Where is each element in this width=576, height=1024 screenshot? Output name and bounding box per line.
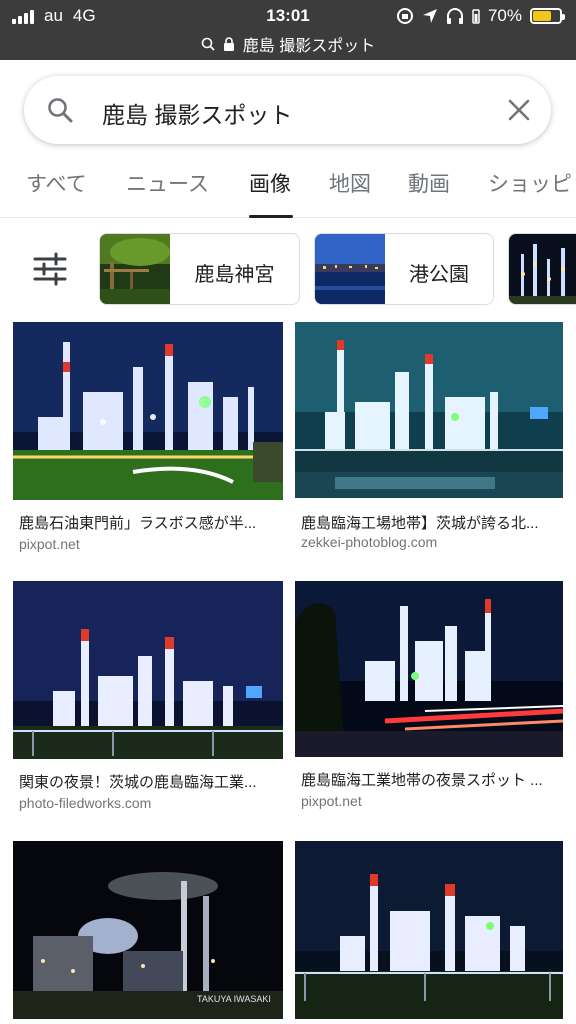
battery-status-icon [472, 9, 480, 24]
search-icon[interactable] [46, 96, 74, 124]
battery-percent: 70% [487, 6, 522, 25]
tab-maps[interactable]: 地図 [329, 168, 371, 198]
result-source[interactable]: pixpot.net [301, 793, 362, 809]
image-watermark: TAKUYA IWASAKI [197, 994, 271, 1004]
search-icon [201, 37, 215, 51]
chip-label: 鹿島神宮 [194, 264, 275, 286]
tab-all[interactable]: すべて [26, 168, 87, 198]
tab-shopping[interactable]: ショッピ [488, 168, 572, 198]
result-source[interactable]: photo-filedworks.com [19, 795, 151, 811]
location-icon [422, 9, 437, 23]
chip-label: 港公園 [409, 264, 469, 286]
lock-icon [223, 37, 234, 51]
result-title[interactable]: 鹿島石油東門前」ラスボス感が半... [19, 512, 281, 533]
night-plant-image [13, 322, 283, 500]
chip-industrial[interactable] [508, 233, 576, 305]
result-thumbnail[interactable] [295, 581, 563, 757]
night-plant-image [13, 581, 283, 759]
chip-thumbnail [100, 234, 170, 304]
search-tabs: すべて ニュース 画像 地図 動画 ショッピ [0, 160, 576, 218]
chip-thumbnail [509, 234, 576, 304]
result-title[interactable]: 鹿島臨海工業地帯の夜景スポット ... [301, 769, 563, 790]
active-tab-indicator [249, 215, 293, 218]
tab-images[interactable]: 画像 [249, 168, 291, 198]
url-text: 鹿島 撮影スポット [242, 38, 376, 55]
close-icon[interactable] [505, 96, 533, 124]
result-thumbnail[interactable] [13, 841, 283, 1019]
result-source[interactable]: pixpot.net [19, 536, 80, 552]
tab-videos[interactable]: 動画 [408, 168, 450, 198]
url-bar[interactable]: 鹿島 撮影スポット [0, 32, 576, 56]
filter-sliders-icon[interactable] [32, 252, 68, 286]
result-thumbnail[interactable] [295, 322, 563, 498]
result-title[interactable]: 関東の夜景！茨城の鹿島臨海工業... [19, 771, 281, 792]
status-bar: au 4G 13:01 70% 鹿島 撮影スポット [0, 0, 576, 60]
result-thumbnail[interactable] [13, 581, 283, 759]
result-thumbnail[interactable] [13, 322, 283, 500]
search-box[interactable]: 鹿島 撮影スポット [24, 76, 551, 144]
status-right: 70% [396, 6, 565, 26]
orientation-lock-icon [396, 8, 413, 24]
result-source[interactable]: zekkei-photoblog.com [301, 534, 437, 550]
night-plant-image [295, 841, 563, 1019]
night-plant-image [13, 841, 283, 1019]
search-input[interactable]: 鹿島 撮影スポット [102, 96, 292, 130]
result-title[interactable]: 鹿島臨海工場地帯】茨城が誇る北... [301, 512, 563, 533]
night-plant-image [295, 581, 563, 757]
battery-icon [530, 8, 565, 24]
chip-thumbnail [315, 234, 385, 304]
chip-kashima-jingu[interactable]: 鹿島神宮 [99, 233, 300, 305]
headphones-icon [446, 8, 463, 24]
tab-news[interactable]: ニュース [126, 168, 209, 198]
night-plant-image [295, 322, 563, 498]
chip-minato-park[interactable]: 港公園 [314, 233, 494, 305]
result-thumbnail[interactable] [295, 841, 563, 1019]
